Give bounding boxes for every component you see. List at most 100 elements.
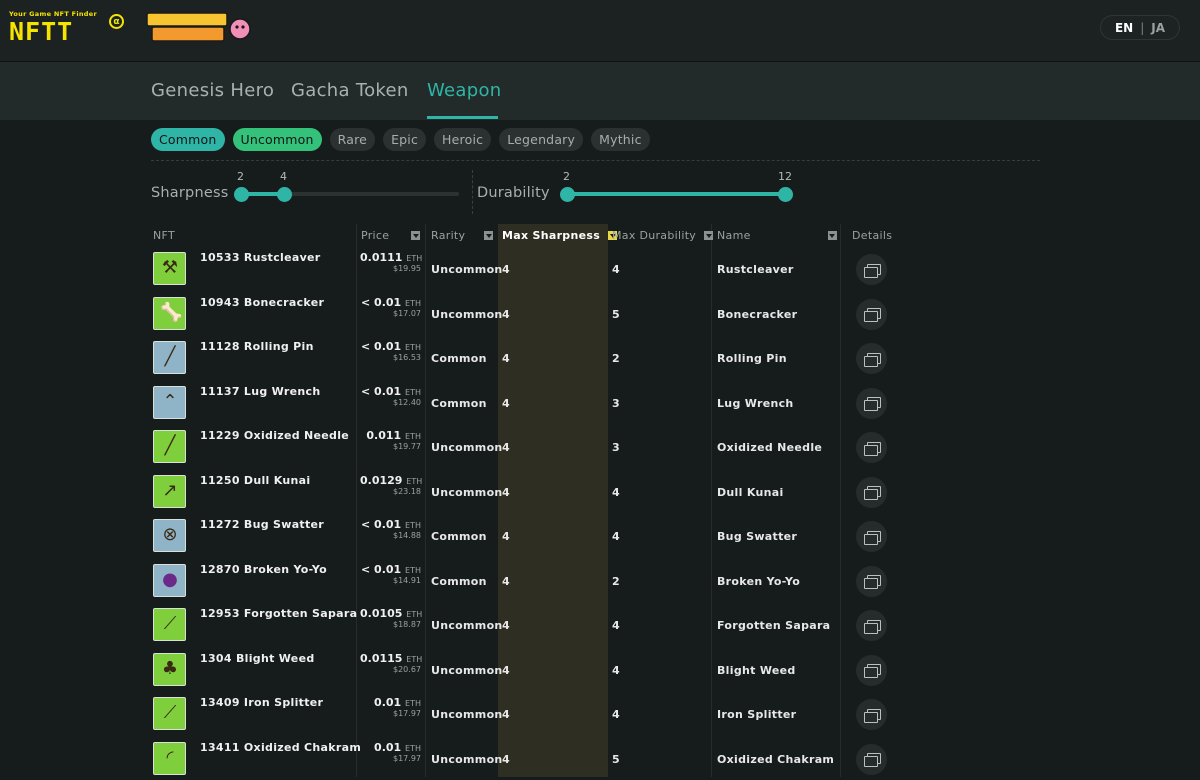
details-button[interactable] [856, 254, 887, 285]
durability-min-handle[interactable] [560, 187, 575, 202]
price-value: < 0.01 [361, 296, 401, 309]
table-row[interactable]: ● 12870 Broken Yo-Yo < 0.01 ETH $14.91 C… [0, 558, 1200, 603]
filter-epic[interactable]: Epic [383, 128, 426, 151]
eth-unit: ETH [406, 655, 422, 664]
tab-genesis-hero[interactable]: Genesis Hero [151, 80, 274, 101]
durability-max-handle[interactable] [778, 187, 793, 202]
header-nft: NFT [153, 229, 175, 242]
nft-id-name[interactable]: 10533 Rustcleaver [200, 251, 321, 264]
details-button[interactable] [856, 610, 887, 641]
details-button[interactable] [856, 477, 887, 508]
details-button[interactable] [856, 744, 887, 775]
filter-rare[interactable]: Rare [330, 128, 375, 151]
needle-icon: ╱ [153, 430, 186, 463]
nft-id-name[interactable]: 11229 Oxidized Needle [200, 429, 349, 442]
name-cell: Broken Yo-Yo [717, 575, 800, 588]
nft-id-name[interactable]: 13409 Iron Splitter [200, 696, 323, 709]
filter-mythic[interactable]: Mythic [591, 128, 650, 151]
details-button[interactable] [856, 388, 887, 419]
yoyo-icon: ● [153, 564, 186, 597]
filter-uncommon[interactable]: Uncommon [233, 128, 322, 151]
durability-range-fill[interactable] [567, 192, 785, 196]
table-row[interactable]: ⟋ 12953 Forgotten Sapara 0.0105 ETH $18.… [0, 602, 1200, 647]
rolling-pin-icon: ╱ [153, 341, 186, 374]
header-nft-label: NFT [153, 229, 175, 242]
table-row[interactable]: ♣ 1304 Blight Weed 0.0115 ETH $20.67 Unc… [0, 647, 1200, 692]
nft-id-name[interactable]: 10943 Bonecracker [200, 296, 324, 309]
header-rarity-label: Rarity [431, 229, 465, 242]
splitter-icon: ⟋ [153, 697, 186, 730]
sharpness-cell: 4 [502, 263, 510, 276]
price-usd: $23.18 [360, 487, 421, 496]
durability-cell: 5 [612, 308, 620, 321]
lang-en[interactable]: EN [1115, 21, 1133, 35]
eth-unit: ETH [405, 699, 421, 708]
sharpness-max-handle[interactable] [277, 187, 292, 202]
header-max-durability[interactable]: Max Durability [612, 229, 713, 242]
header-max-sharpness[interactable]: Max Sharpness [502, 229, 617, 242]
sort-name-icon[interactable] [828, 231, 837, 240]
table-row[interactable]: ⌃ 11137 Lug Wrench < 0.01 ETH $12.40 Com… [0, 380, 1200, 425]
details-button[interactable] [856, 655, 887, 686]
header-name[interactable]: Name [717, 229, 837, 242]
table-row[interactable]: ⟋ 13409 Iron Splitter 0.01 ETH $17.97 Un… [0, 691, 1200, 736]
nft-id-name[interactable]: 11272 Bug Swatter [200, 518, 324, 531]
header-name-label: Name [717, 229, 751, 242]
sharpness-max-value: 4 [280, 170, 287, 183]
price-eth: 0.01 ETH [360, 696, 421, 709]
header-max-sharpness-label: Max Sharpness [502, 229, 600, 242]
table-row[interactable]: ⚒ 10533 Rustcleaver 0.0111 ETH $19.95 Un… [0, 246, 1200, 291]
filter-common[interactable]: Common [151, 128, 225, 151]
price-value: 0.01 [374, 741, 401, 754]
eth-unit: ETH [406, 610, 422, 619]
tab-weapon[interactable]: Weapon [427, 80, 502, 101]
details-button[interactable] [856, 299, 887, 330]
table-row[interactable]: 🦴 10943 Bonecracker < 0.01 ETH $17.07 Un… [0, 291, 1200, 336]
sharpness-cell: 4 [502, 308, 510, 321]
header-price[interactable]: Price [361, 229, 420, 242]
onchain-heroes-logo[interactable] [146, 12, 252, 43]
price-value: < 0.01 [361, 340, 401, 353]
nft-id-name[interactable]: 12953 Forgotten Sapara [200, 607, 357, 620]
sort-durability-icon[interactable] [704, 231, 713, 240]
sort-rarity-icon[interactable] [484, 231, 493, 240]
details-button[interactable] [856, 521, 887, 552]
header-max-durability-label: Max Durability [612, 229, 696, 242]
lang-ja[interactable]: JA [1151, 21, 1165, 35]
eth-unit: ETH [405, 432, 421, 441]
name-cell: Oxidized Chakram [717, 753, 834, 766]
price-eth: 0.0105 ETH [360, 607, 421, 620]
filter-heroic[interactable]: Heroic [434, 128, 491, 151]
nftt-logo[interactable]: Your Game NFT Finder NFTT α [9, 10, 119, 50]
table-row[interactable]: ⊗ 11272 Bug Swatter < 0.01 ETH $14.88 Co… [0, 513, 1200, 558]
nft-id-name[interactable]: 11250 Dull Kunai [200, 474, 310, 487]
kunai-icon: ↗ [153, 475, 186, 508]
eth-unit: ETH [406, 254, 422, 263]
details-button[interactable] [856, 566, 887, 597]
details-button[interactable] [856, 432, 887, 463]
price-eth: < 0.01 ETH [360, 563, 421, 576]
nft-id-name[interactable]: 13411 Oxidized Chakram [200, 741, 361, 754]
nft-id-name[interactable]: 11128 Rolling Pin [200, 340, 314, 353]
table-row[interactable]: ◜ 13411 Oxidized Chakram 0.01 ETH $17.97… [0, 736, 1200, 780]
sort-price-icon[interactable] [411, 231, 420, 240]
table-row[interactable]: ╱ 11229 Oxidized Needle 0.011 ETH $19.77… [0, 424, 1200, 469]
price-usd: $19.95 [360, 264, 421, 273]
name-cell: Bonecracker [717, 308, 797, 321]
details-button[interactable] [856, 699, 887, 730]
header-details-label: Details [852, 229, 892, 242]
table-row[interactable]: ↗ 11250 Dull Kunai 0.0129 ETH $23.18 Unc… [0, 469, 1200, 514]
rarity-cell: Uncommon [431, 308, 503, 321]
details-button[interactable] [856, 343, 887, 374]
table-row[interactable]: ╱ 11128 Rolling Pin < 0.01 ETH $16.53 Co… [0, 335, 1200, 380]
tab-gacha-token[interactable]: Gacha Token [291, 80, 409, 101]
sharpness-min-handle[interactable] [234, 187, 249, 202]
active-tab-indicator [427, 116, 498, 119]
durability-cell: 4 [612, 708, 620, 721]
nft-id-name[interactable]: 12870 Broken Yo-Yo [200, 563, 327, 576]
nft-id-name[interactable]: 1304 Blight Weed [200, 652, 315, 665]
filter-legendary[interactable]: Legendary [499, 128, 583, 151]
sharpness-cell: 4 [502, 664, 510, 677]
header-rarity[interactable]: Rarity [431, 229, 493, 242]
nft-id-name[interactable]: 11137 Lug Wrench [200, 385, 320, 398]
